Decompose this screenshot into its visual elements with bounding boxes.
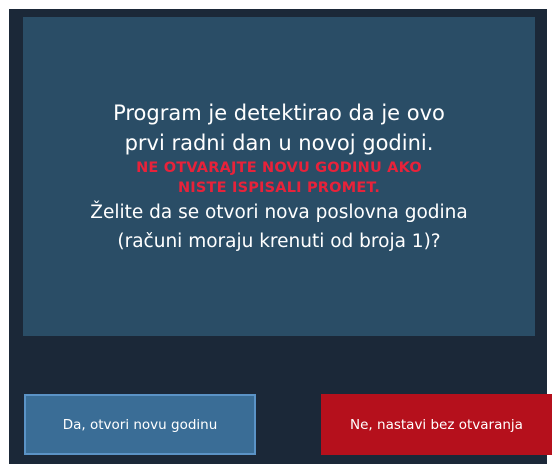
warning-line-1: NE OTVARAJTE NOVU GODINU AKO [136,159,422,176]
warning-line-2: NISTE ISPISALI PROMET. [177,179,381,196]
message-line-1: Program je detektirao da je ovo [113,100,445,125]
continue-without-opening-button[interactable]: Ne, nastavi bez otvaranja [321,394,552,455]
open-new-year-button[interactable]: Da, otvori novu godinu [24,394,256,455]
continue-without-opening-button-label: Ne, nastavi bez otvaranja [350,416,523,433]
new-year-dialog: Program je detektirao da je ovo prvi rad… [9,9,552,464]
open-new-year-button-label: Da, otvori novu godinu [62,416,218,433]
message-panel: Program je detektirao da je ovo prvi rad… [23,17,535,336]
question-line-1: Želite da se otvori nova poslovna godina [90,201,468,223]
question-line-2: (računi moraju krenuti od broja 1)? [117,230,441,252]
message-line-2: prvi radni dan u novoj godini. [124,130,434,155]
